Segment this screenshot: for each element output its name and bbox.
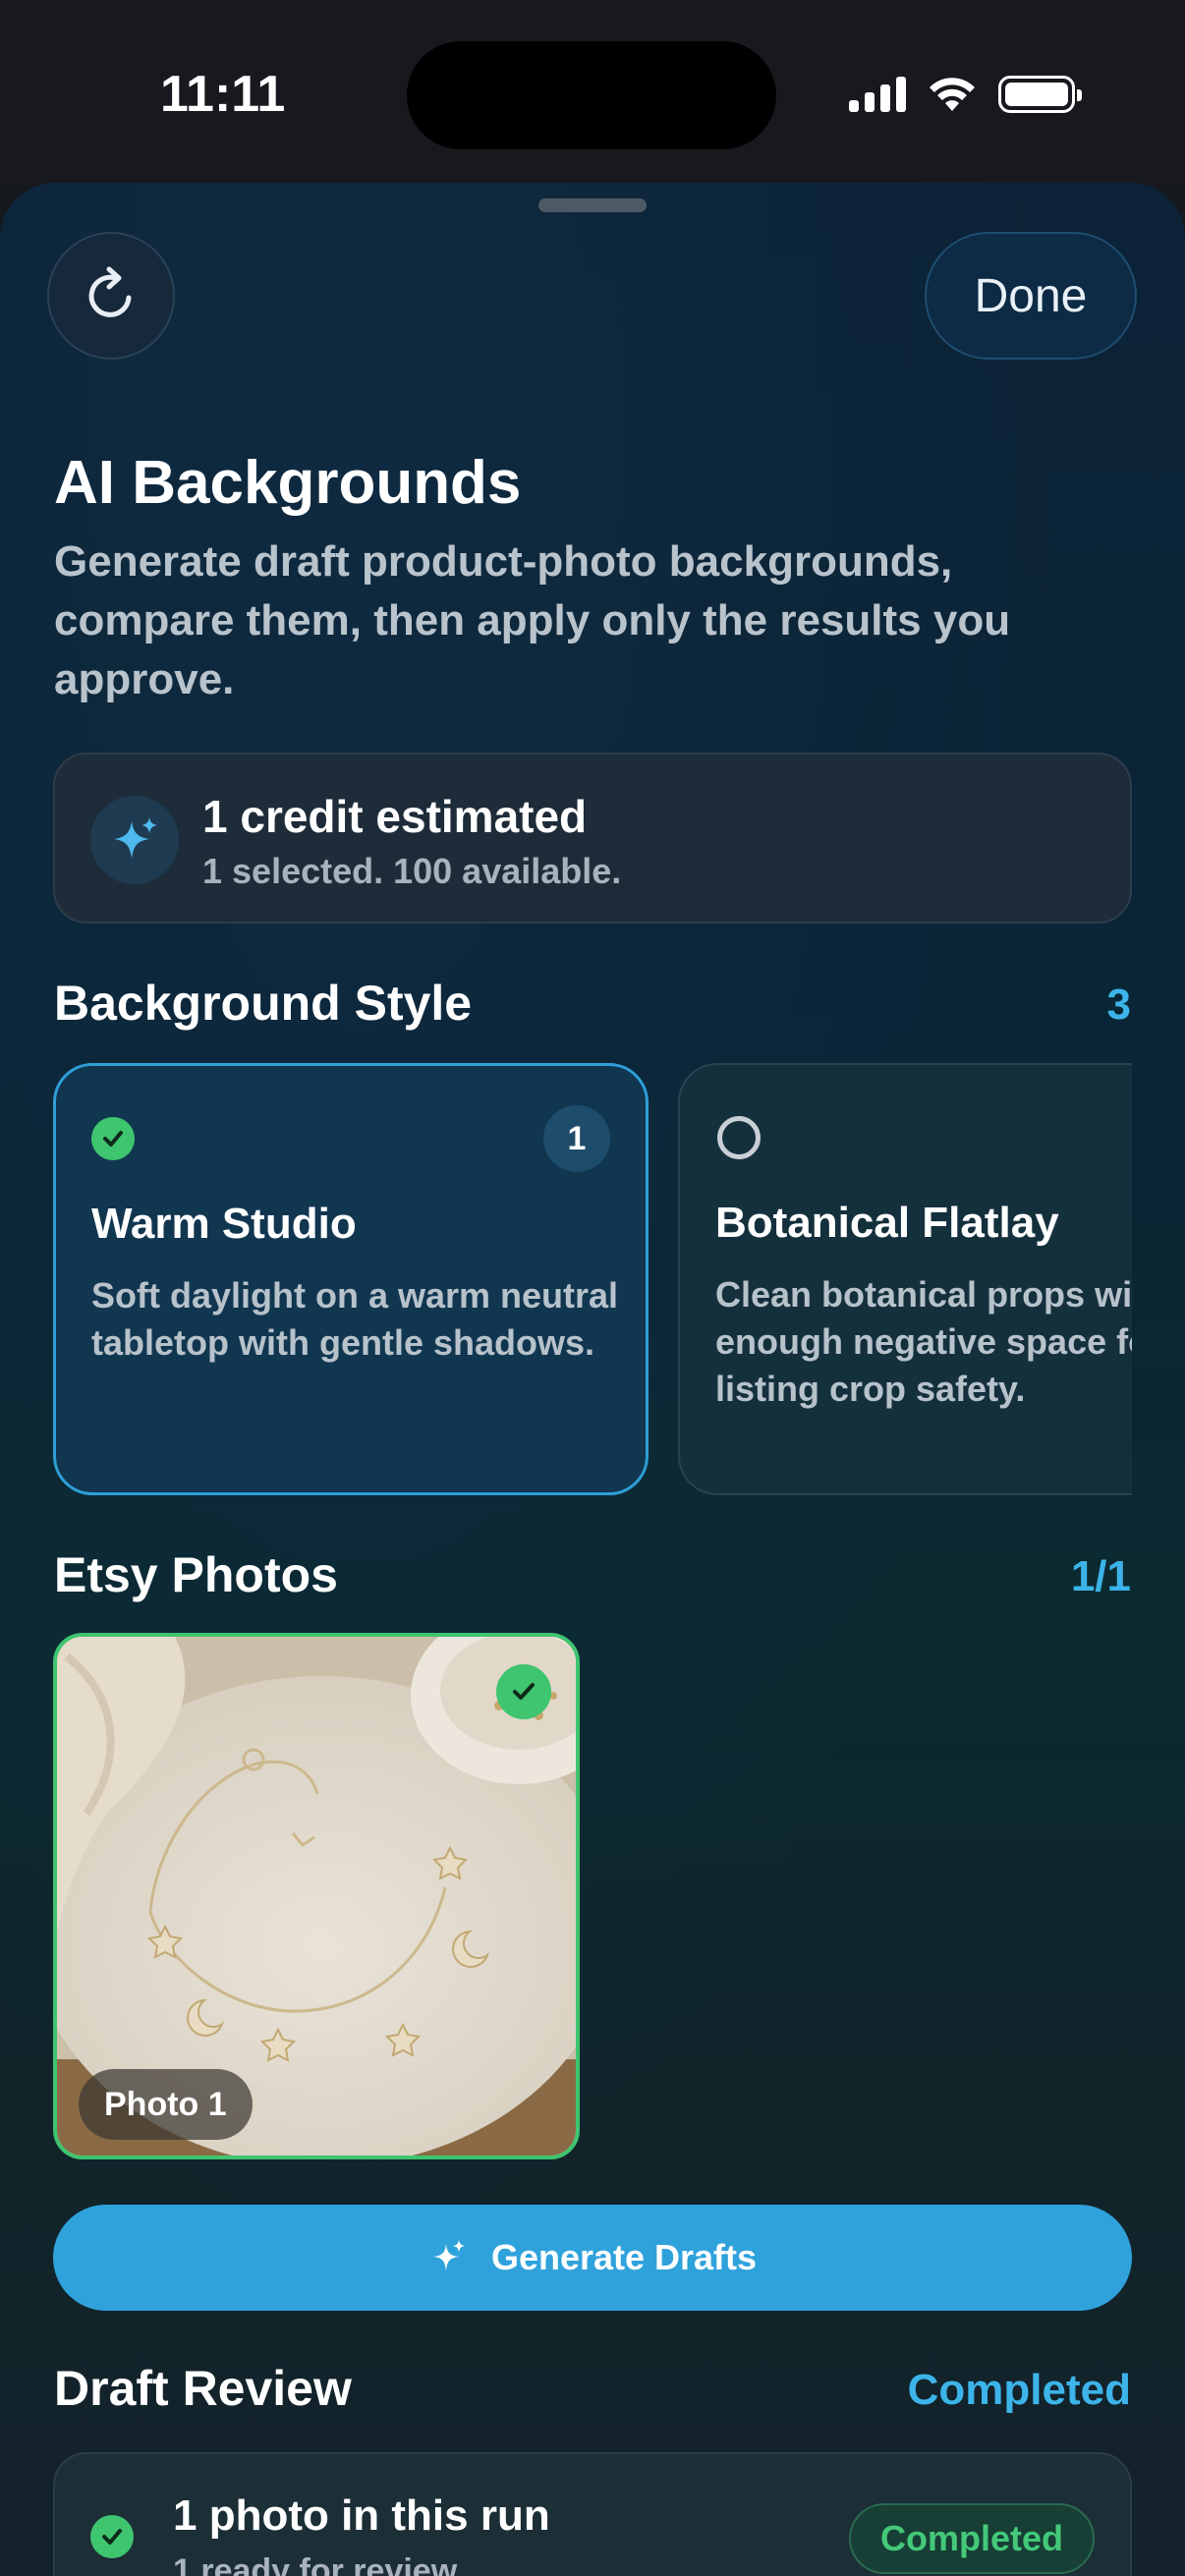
refresh-button[interactable] <box>47 232 175 360</box>
credit-title: 1 credit estimated <box>202 791 588 842</box>
checkmark-icon <box>91 1117 135 1160</box>
style-name: Warm Studio <box>91 1200 357 1248</box>
wifi-icon <box>930 78 975 111</box>
style-description: Clean botanical props with enough negati… <box>715 1274 1132 1409</box>
battery-icon <box>998 76 1082 113</box>
sparkles-icon <box>90 796 179 884</box>
cellular-signal-icon <box>849 77 906 112</box>
sheet-grabber[interactable] <box>538 198 647 212</box>
background-style-count: 3 <box>1106 980 1131 1029</box>
credit-estimate-card: 1 credit estimated 1 selected. 100 avail… <box>53 753 1132 924</box>
run-subtitle: 1 ready for review <box>173 2552 458 2576</box>
page-subtitle: Generate draft product-photo backgrounds… <box>54 537 1011 703</box>
etsy-photos-heading: Etsy Photos <box>54 1547 338 1602</box>
status-bar: 11:11 <box>0 0 1185 187</box>
photo-label: Photo 1 <box>79 2069 253 2140</box>
run-title: 1 photo in this run <box>173 2492 550 2540</box>
background-style-heading: Background Style <box>54 976 473 1031</box>
status-icons <box>849 69 1082 120</box>
unselected-radio-icon <box>717 1116 761 1159</box>
sparkles-icon <box>432 2240 465 2271</box>
checkmark-icon <box>90 2515 134 2558</box>
draft-run-card[interactable]: 1 photo in this run 1 ready for review C… <box>53 2452 1132 2576</box>
photo-tile[interactable]: Photo 1 <box>53 1633 580 2159</box>
generate-drafts-button[interactable]: Generate Drafts <box>53 2205 1132 2311</box>
status-badge: Completed <box>848 2503 1095 2574</box>
dynamic-island <box>407 41 776 149</box>
photo-selected-checkmark-icon <box>496 1664 551 1719</box>
style-name: Botanical Flatlay <box>715 1199 1059 1247</box>
ai-backgrounds-sheet: Done AI Backgrounds Generate draft produ… <box>0 183 1185 2576</box>
selection-order-badge: 1 <box>543 1105 610 1172</box>
refresh-icon <box>88 266 132 317</box>
style-description: Soft daylight on a warm neutral tabletop… <box>91 1275 619 1363</box>
generate-drafts-label: Generate Drafts <box>490 2237 758 2277</box>
done-button[interactable]: Done <box>925 232 1137 360</box>
draft-review-status: Completed <box>907 2366 1131 2414</box>
style-card-warm-studio[interactable]: 1 Warm Studio Soft daylight on a warm ne… <box>53 1063 649 1495</box>
page-title: AI Backgrounds <box>54 449 522 517</box>
style-card-botanical-flatlay[interactable]: Botanical Flatlay Clean botanical props … <box>678 1063 1132 1495</box>
draft-review-heading: Draft Review <box>54 2361 352 2416</box>
credit-subtitle: 1 selected. 100 available. <box>202 851 622 891</box>
status-time: 11:11 <box>160 66 286 123</box>
etsy-photos-count: 1/1 <box>1070 1552 1131 1600</box>
